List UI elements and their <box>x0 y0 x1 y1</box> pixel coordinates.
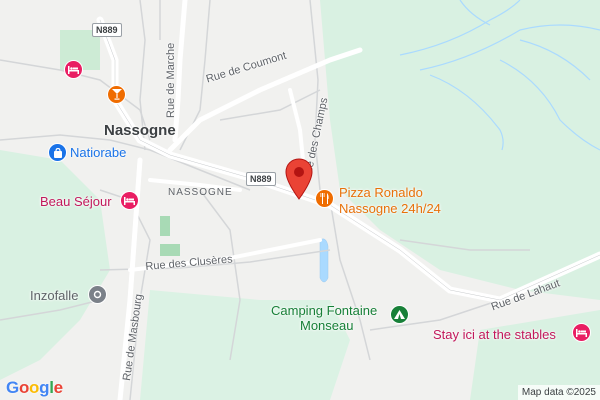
forest-area-east <box>320 0 600 300</box>
town-label[interactable]: Nassogne <box>104 123 176 138</box>
locality-label: NASSOGNE <box>168 187 233 198</box>
tent-icon[interactable] <box>390 305 409 324</box>
location-pin-icon[interactable] <box>285 158 313 200</box>
route-shield: N889 <box>246 172 276 186</box>
google-logo: Google <box>6 378 63 398</box>
poi-label-stay-ici[interactable]: Stay ici at the stables <box>433 328 556 341</box>
bed-icon[interactable] <box>120 191 139 210</box>
poi-label-natiorabe[interactable]: Natiorabe <box>70 146 126 159</box>
route-shield: N889 <box>92 23 122 37</box>
poi-label-inzofalle[interactable]: Inzofalle <box>30 289 78 302</box>
bed-icon[interactable] <box>64 60 83 79</box>
pond <box>319 238 329 283</box>
google-logo-text: Google <box>6 378 63 397</box>
map-attribution[interactable]: Map data ©2025 <box>517 385 600 400</box>
shopping-bag-icon[interactable] <box>48 143 67 162</box>
road-label-rue-de-marche: Rue de Marche <box>165 42 177 118</box>
fork-knife-icon[interactable] <box>315 189 334 208</box>
sports-field <box>160 244 180 256</box>
sports-field <box>160 216 170 236</box>
poi-label-camping-sub[interactable]: Monseau <box>300 318 353 334</box>
bed-icon[interactable] <box>572 323 591 342</box>
map-canvas[interactable]: N889 N889 Rue de Coumont Rue de Marche R… <box>0 0 600 400</box>
place-icon[interactable] <box>88 285 107 304</box>
poi-label-pizza-ronaldo-sub[interactable]: Nassogne 24h/24 <box>339 201 441 217</box>
poi-label-beau-sejour[interactable]: Beau Séjour <box>40 195 112 208</box>
cocktail-icon[interactable] <box>107 85 126 104</box>
poi-label-camping[interactable]: Camping Fontaine <box>271 303 377 319</box>
forest-area-west <box>0 150 110 380</box>
poi-label-pizza-ronaldo[interactable]: Pizza Ronaldo <box>339 185 423 201</box>
